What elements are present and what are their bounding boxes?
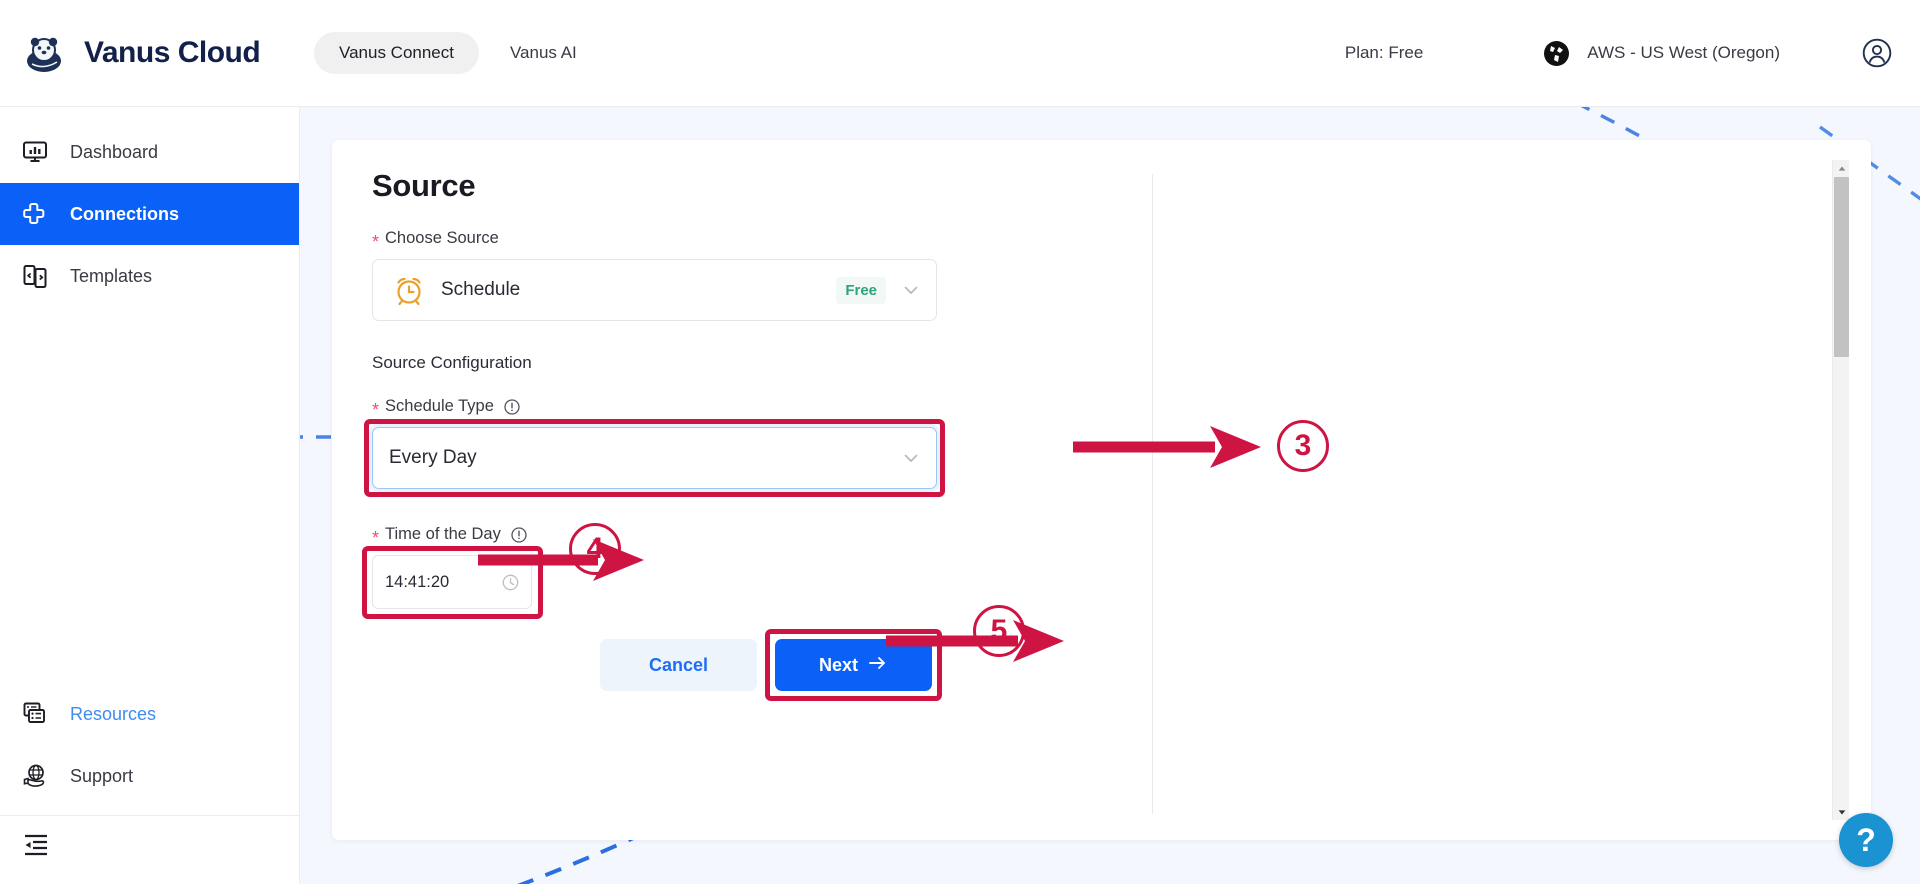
scroll-down-arrow-icon[interactable] bbox=[1833, 803, 1850, 820]
user-circle-icon[interactable] bbox=[1862, 38, 1892, 68]
schedule-type-select[interactable]: Every Day bbox=[372, 427, 937, 489]
sidebar-item-label: Support bbox=[70, 765, 134, 786]
wizard-card: Source * Choose Source Schedule Free Sou… bbox=[332, 140, 1871, 840]
header-right: Plan: Free AWS - US West (Oregon) bbox=[1345, 38, 1920, 68]
collapse-sidebar-button[interactable] bbox=[0, 816, 299, 878]
next-button-label: Next bbox=[818, 654, 858, 675]
plan-label: Plan: Free bbox=[1344, 43, 1424, 62]
label-text: Time of the Day bbox=[385, 525, 501, 543]
sidebar-item-label: Resources bbox=[70, 703, 157, 724]
plan-badge: Free bbox=[836, 276, 886, 304]
brand-title: Vanus Cloud bbox=[84, 36, 261, 69]
card-column-divider bbox=[1152, 174, 1153, 814]
dashboard-icon bbox=[22, 139, 48, 165]
time-of-day-input[interactable]: 14:41:20 bbox=[372, 555, 532, 609]
cancel-button[interactable]: Cancel bbox=[600, 639, 757, 691]
chevron-down-icon bbox=[902, 449, 920, 467]
sidebar-item-templates[interactable]: Templates bbox=[0, 245, 299, 307]
tab-vanus-ai[interactable]: Vanus AI bbox=[485, 32, 602, 74]
time-of-day-wrapper: 14:41:20 bbox=[362, 546, 543, 619]
sidebar-item-label: Connections bbox=[70, 203, 180, 224]
templates-icon bbox=[22, 263, 48, 289]
schedule-type-value: Every Day bbox=[389, 447, 477, 468]
arrow-right-icon bbox=[868, 655, 888, 676]
choose-source-label: * Choose Source bbox=[372, 229, 1072, 252]
question-mark-icon: ? bbox=[1856, 821, 1876, 858]
time-of-day-value: 14:41:20 bbox=[385, 572, 450, 591]
otter-logo-icon bbox=[22, 31, 66, 75]
connections-icon bbox=[22, 201, 48, 227]
region-selector[interactable]: AWS - US West (Oregon) bbox=[1543, 40, 1780, 67]
schedule-type-wrapper: Every Day bbox=[364, 419, 945, 497]
label-text: Schedule Type bbox=[385, 397, 494, 415]
region-label: AWS - US West (Oregon) bbox=[1587, 43, 1780, 62]
sidebar-item-connections[interactable]: Connections bbox=[0, 183, 299, 245]
info-circle-icon[interactable] bbox=[504, 398, 520, 415]
scroll-up-arrow-icon[interactable] bbox=[1833, 160, 1850, 177]
form-actions: Cancel Next bbox=[600, 629, 1072, 701]
choose-source-value: Schedule bbox=[441, 279, 521, 300]
required-asterisk: * bbox=[372, 231, 380, 252]
sidebar: Dashboard Connections Templates Resource… bbox=[0, 107, 300, 884]
clock-icon[interactable] bbox=[502, 574, 519, 591]
sidebar-item-dashboard[interactable]: Dashboard bbox=[0, 121, 299, 183]
app-header: Vanus Cloud Vanus Connect Vanus AI Plan:… bbox=[0, 0, 1920, 107]
header-tabs: Vanus Connect Vanus AI bbox=[314, 32, 602, 74]
tab-vanus-connect[interactable]: Vanus Connect bbox=[314, 32, 479, 74]
sidebar-item-support[interactable]: Support bbox=[0, 745, 299, 807]
page-title: Source bbox=[372, 168, 476, 203]
chevron-down-icon bbox=[902, 281, 920, 299]
help-button[interactable]: ? bbox=[1839, 813, 1893, 867]
sidebar-primary-nav: Dashboard Connections Templates bbox=[0, 107, 299, 307]
resources-icon bbox=[22, 701, 48, 727]
info-circle-icon[interactable] bbox=[511, 526, 527, 543]
scrollbar-thumb[interactable] bbox=[1834, 177, 1849, 357]
required-asterisk: * bbox=[372, 399, 380, 420]
required-asterisk: * bbox=[372, 527, 380, 548]
vertical-scrollbar[interactable] bbox=[1832, 160, 1849, 820]
source-configuration-heading: Source Configuration bbox=[372, 353, 532, 372]
next-button-wrapper: Next bbox=[765, 629, 942, 701]
source-form: Source * Choose Source Schedule Free Sou… bbox=[362, 168, 1072, 701]
collapse-sidebar-icon bbox=[22, 831, 50, 864]
time-of-day-label: * Time of the Day bbox=[372, 525, 1072, 548]
sidebar-secondary-nav: Resources Support bbox=[0, 683, 299, 884]
next-button[interactable]: Next bbox=[775, 639, 932, 691]
alarm-clock-icon bbox=[393, 274, 425, 306]
sidebar-item-resources[interactable]: Resources bbox=[0, 683, 299, 745]
sidebar-item-label: Templates bbox=[70, 265, 153, 286]
globe-icon bbox=[1543, 40, 1570, 67]
brand: Vanus Cloud bbox=[22, 31, 302, 75]
sidebar-item-label: Dashboard bbox=[70, 141, 159, 162]
support-globe-hand-icon bbox=[22, 763, 48, 789]
choose-source-select[interactable]: Schedule Free bbox=[372, 259, 937, 321]
schedule-type-label: * Schedule Type bbox=[372, 397, 1072, 420]
label-text: Choose Source bbox=[385, 229, 499, 247]
main-content: Source * Choose Source Schedule Free Sou… bbox=[300, 107, 1920, 884]
